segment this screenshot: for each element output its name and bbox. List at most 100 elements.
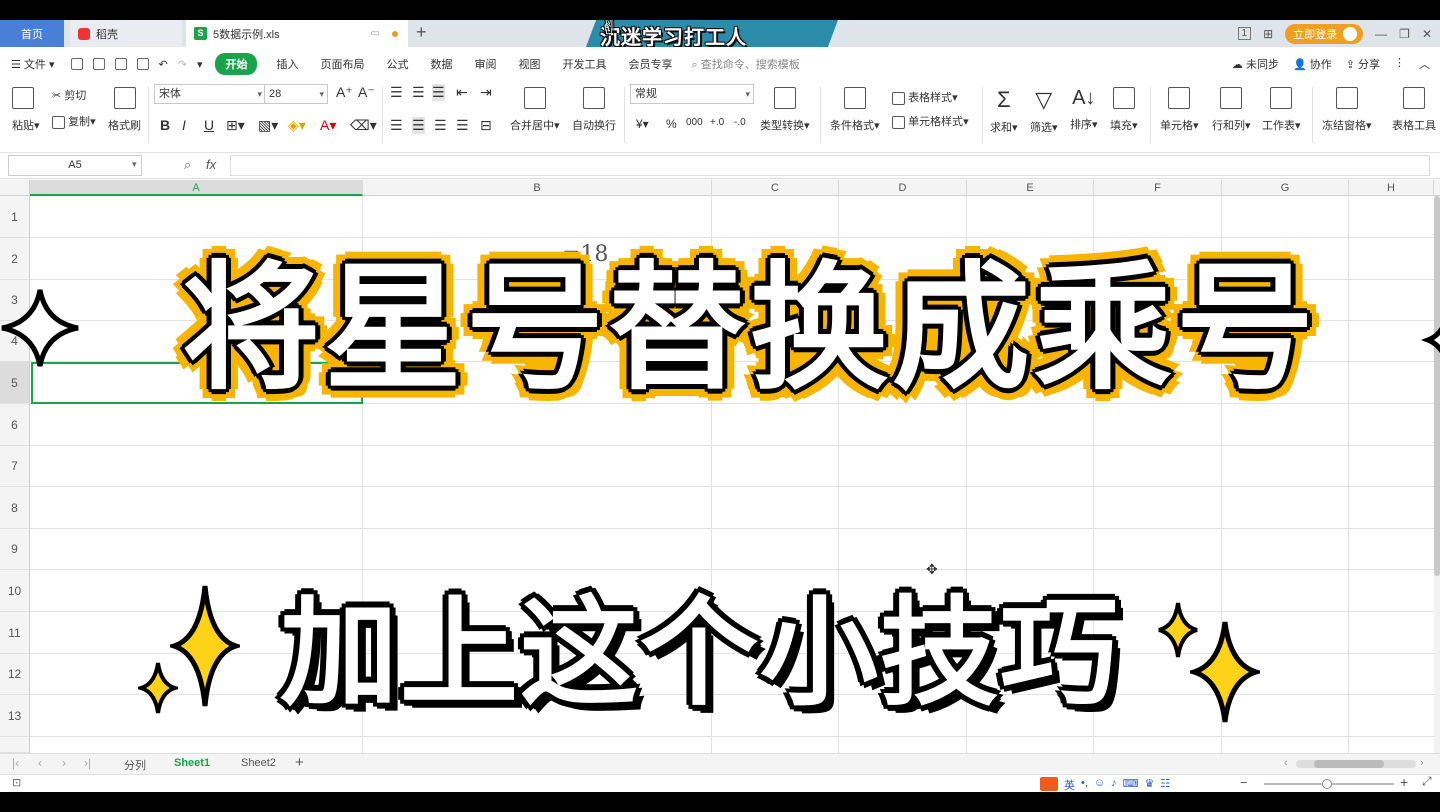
menu-tab-developer[interactable]: 开发工具	[551, 56, 617, 72]
column-header-a[interactable]: A	[30, 180, 363, 196]
conditional-format-button[interactable]: 条件格式▾	[830, 87, 880, 133]
table-tools-button[interactable]: 表格工具	[1392, 87, 1436, 133]
more-icon[interactable]: ⋮	[1394, 56, 1405, 72]
merge-center-button[interactable]: 合并居中▾	[510, 87, 560, 133]
menu-tab-view[interactable]: 视图	[507, 56, 551, 72]
preview-icon[interactable]	[136, 58, 149, 70]
menu-tab-insert[interactable]: 插入	[265, 56, 309, 72]
next-sheet-icon[interactable]: ›	[62, 756, 66, 770]
column-header-d[interactable]: D	[839, 180, 967, 196]
decrease-decimal-icon[interactable]: -.0	[734, 117, 746, 128]
formula-input[interactable]	[230, 155, 1430, 176]
column-header-h[interactable]: H	[1349, 180, 1434, 196]
cells-button[interactable]: 单元格▾	[1160, 87, 1199, 133]
copy-button[interactable]: 复制▾	[52, 113, 96, 129]
row-header-13[interactable]: 13	[0, 695, 30, 737]
row-header-2[interactable]: 2	[0, 238, 30, 280]
border-icon[interactable]: ⊞▾	[226, 117, 245, 134]
scroll-right-icon[interactable]: ›	[1420, 757, 1424, 769]
font-size-select[interactable]: 28	[264, 84, 328, 104]
minimize-icon[interactable]: —	[1375, 27, 1387, 41]
font-color-icon[interactable]: A▾	[320, 117, 336, 134]
menu-tab-data[interactable]: 数据	[419, 56, 463, 72]
row-header-1[interactable]: 1	[0, 196, 30, 238]
row-header-11[interactable]: 11	[0, 612, 30, 654]
sheet-tab-sheet1[interactable]: Sheet1	[174, 757, 210, 769]
row-header-14[interactable]	[0, 737, 30, 753]
row-header-12[interactable]: 12	[0, 654, 30, 695]
restore-icon[interactable]: ❐	[1399, 27, 1410, 41]
row-header-7[interactable]: 7	[0, 446, 30, 487]
tab-home[interactable]: 首页	[0, 20, 64, 47]
indent-increase-icon[interactable]: ⇥	[480, 84, 492, 101]
sheet-tab-sheet2[interactable]: Sheet2	[241, 757, 276, 769]
justify-icon[interactable]: ☰	[456, 117, 469, 134]
export-icon[interactable]	[92, 58, 105, 70]
thousands-icon[interactable]: 000	[686, 117, 703, 128]
new-tab-button[interactable]: +	[416, 22, 427, 43]
align-left-icon[interactable]: ☰	[390, 117, 403, 134]
quick-access-more-icon[interactable]: ▾	[197, 58, 203, 71]
worksheet-button[interactable]: 工作表▾	[1262, 87, 1301, 133]
type-convert-button[interactable]: 类型转换▾	[760, 87, 810, 133]
align-bottom-icon[interactable]: ☰	[432, 84, 445, 101]
file-menu[interactable]: ☰ 文件 ▾	[0, 56, 66, 72]
number-format-select[interactable]: 常规	[630, 84, 754, 104]
increase-font-icon[interactable]: A⁺	[336, 84, 353, 101]
row-header-9[interactable]: 9	[0, 529, 30, 570]
login-button[interactable]: 立即登录	[1285, 23, 1364, 44]
zoom-out-icon[interactable]: −	[1240, 775, 1248, 790]
menu-tab-start[interactable]: 开始	[215, 53, 258, 75]
align-middle-icon[interactable]: ☰	[412, 84, 425, 101]
page-indicator[interactable]: 1	[1237, 27, 1252, 40]
wrap-text-button[interactable]: 自动换行	[572, 87, 616, 133]
menu-tab-page-layout[interactable]: 页面布局	[309, 56, 375, 72]
align-top-icon[interactable]: ☰	[390, 84, 403, 101]
zoom-slider-knob[interactable]	[1322, 779, 1332, 789]
font-name-select[interactable]: 宋体	[154, 84, 266, 104]
zoom-slider[interactable]	[1264, 779, 1394, 789]
row-header-5[interactable]: 5	[0, 362, 30, 404]
vertical-scrollbar[interactable]	[1434, 196, 1440, 774]
menu-tab-review[interactable]: 审阅	[463, 56, 507, 72]
column-header-f[interactable]: F	[1094, 180, 1222, 196]
cut-button[interactable]: ✂ 剪切	[52, 87, 86, 103]
save-icon[interactable]	[70, 58, 83, 70]
table-style-button[interactable]: 表格样式▾	[892, 89, 958, 105]
row-header-6[interactable]: 6	[0, 404, 30, 446]
select-all-corner[interactable]	[0, 180, 30, 196]
macro-record-icon[interactable]: ⊡	[12, 776, 21, 789]
sort-button[interactable]: A↓ 排序▾	[1070, 87, 1098, 132]
indent-decrease-icon[interactable]: ⇤	[456, 84, 468, 101]
underline-icon[interactable]: U	[204, 117, 214, 133]
horizontal-scroll-thumb[interactable]	[1314, 760, 1384, 768]
zoom-in-icon[interactable]: +	[1400, 774, 1408, 790]
horizontal-scrollbar[interactable]	[1296, 760, 1416, 768]
increase-decimal-icon[interactable]: +.0	[710, 117, 724, 128]
fill-button[interactable]: 填充▾	[1110, 87, 1138, 133]
sheet-tab-split[interactable]: 分列	[124, 757, 146, 773]
column-header-g[interactable]: G	[1222, 180, 1349, 196]
italic-icon[interactable]: I	[182, 117, 186, 133]
scroll-left-icon[interactable]: ‹	[1284, 757, 1288, 769]
fullscreen-icon[interactable]: ⤢	[1422, 774, 1432, 789]
fill-style-icon[interactable]: ▧▾	[258, 117, 278, 134]
fill-color-icon[interactable]: ◈▾	[288, 117, 306, 134]
bold-icon[interactable]: B	[160, 117, 170, 133]
column-header-b[interactable]: B	[363, 180, 712, 196]
menu-tab-member[interactable]: 会员专享	[617, 56, 683, 72]
vertical-scroll-thumb[interactable]	[1434, 196, 1440, 576]
sync-status[interactable]: ☁ 未同步	[1232, 56, 1279, 72]
collapse-ribbon-icon[interactable]: ︿	[1419, 56, 1430, 72]
decrease-font-icon[interactable]: A⁻	[358, 84, 375, 101]
clear-format-icon[interactable]: ⌫▾	[350, 117, 377, 134]
rows-cols-button[interactable]: 行和列▾	[1212, 87, 1251, 133]
command-search[interactable]: ⌕ 查找命令、搜索模板	[691, 56, 799, 72]
tab-document[interactable]: S 5数据示例.xls ▭	[186, 20, 408, 47]
grid-view-icon[interactable]: ⊞	[1263, 27, 1273, 41]
column-header-e[interactable]: E	[967, 180, 1094, 196]
paste-button[interactable]: 粘贴▾	[12, 87, 40, 133]
monitor-icon[interactable]: ▭	[371, 28, 380, 39]
name-box-dropdown-icon[interactable]: ▾	[132, 159, 137, 170]
last-sheet-icon[interactable]: ›|	[84, 756, 91, 770]
